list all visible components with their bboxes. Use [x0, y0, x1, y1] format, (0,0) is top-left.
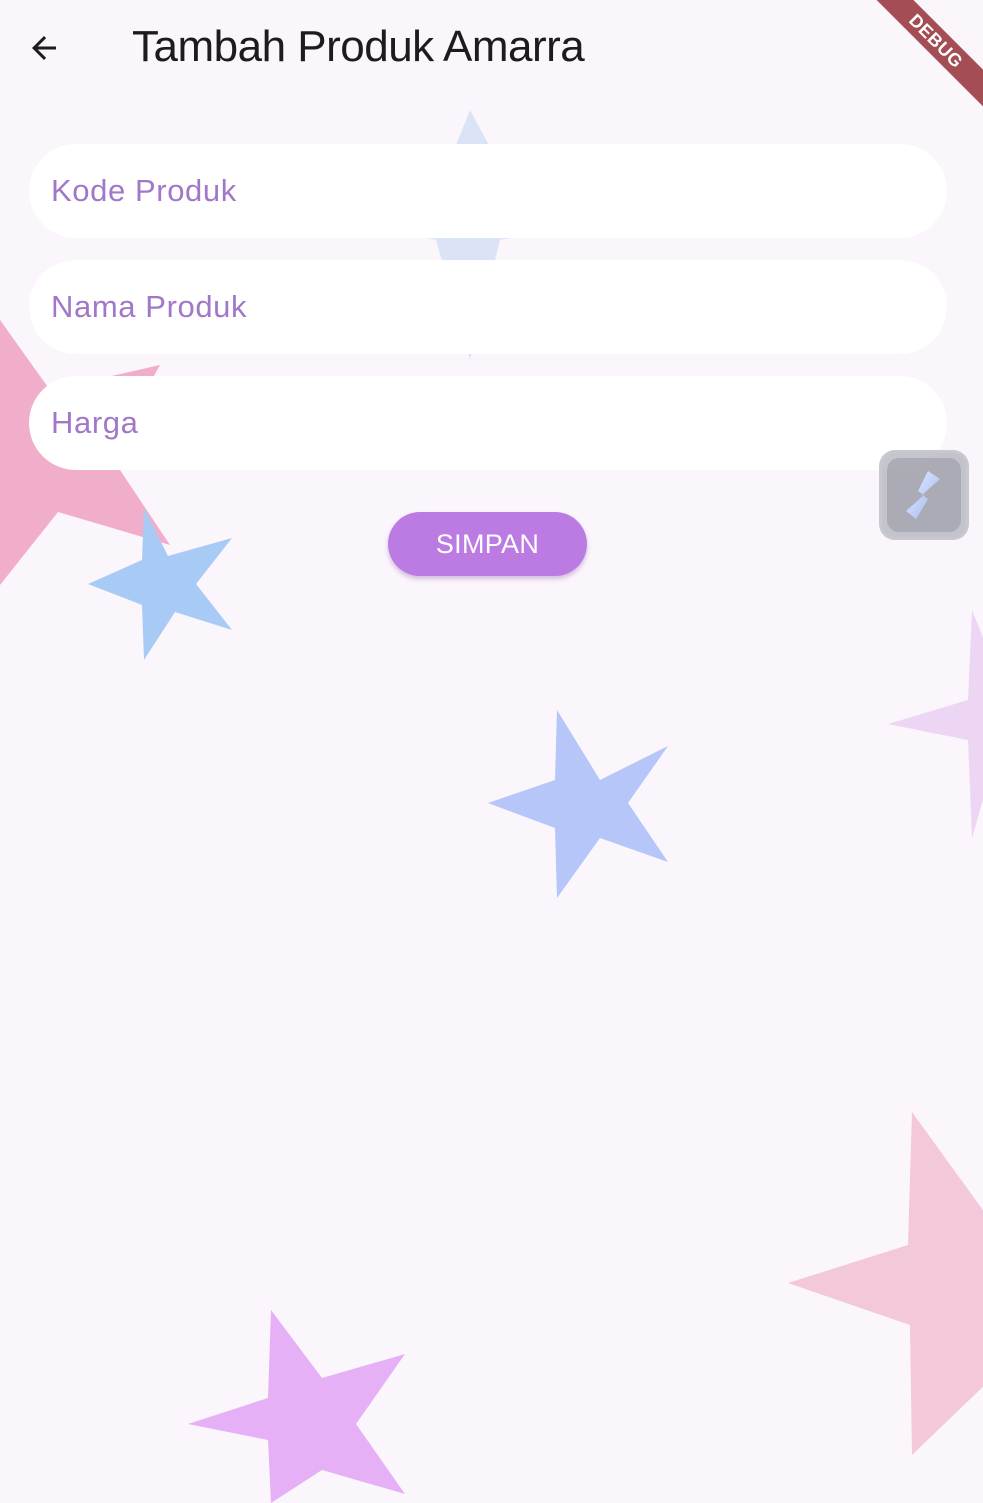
page-title: Tambah Produk Amarra	[132, 22, 585, 71]
floating-tool-inner	[887, 458, 961, 532]
star-decoration-lavender-right	[888, 610, 983, 838]
save-button[interactable]: SIMPAN	[388, 512, 587, 576]
app-bar: Tambah Produk Amarra	[0, 0, 983, 96]
kode-produk-input[interactable]	[49, 172, 947, 210]
kode-produk-field[interactable]	[29, 144, 947, 238]
harga-field[interactable]	[29, 376, 947, 470]
nama-produk-field[interactable]	[29, 260, 947, 354]
floating-tool-button[interactable]	[879, 450, 969, 540]
lightning-tool-icon	[906, 471, 940, 519]
star-decoration-pink-bottom-right	[788, 1112, 983, 1455]
star-decoration-violet-bottom	[188, 1310, 405, 1503]
nama-produk-input[interactable]	[49, 288, 947, 326]
star-decoration-periwinkle-center	[488, 710, 668, 898]
harga-input[interactable]	[49, 404, 947, 442]
back-button[interactable]	[14, 18, 74, 78]
arrow-back-icon	[32, 36, 56, 60]
